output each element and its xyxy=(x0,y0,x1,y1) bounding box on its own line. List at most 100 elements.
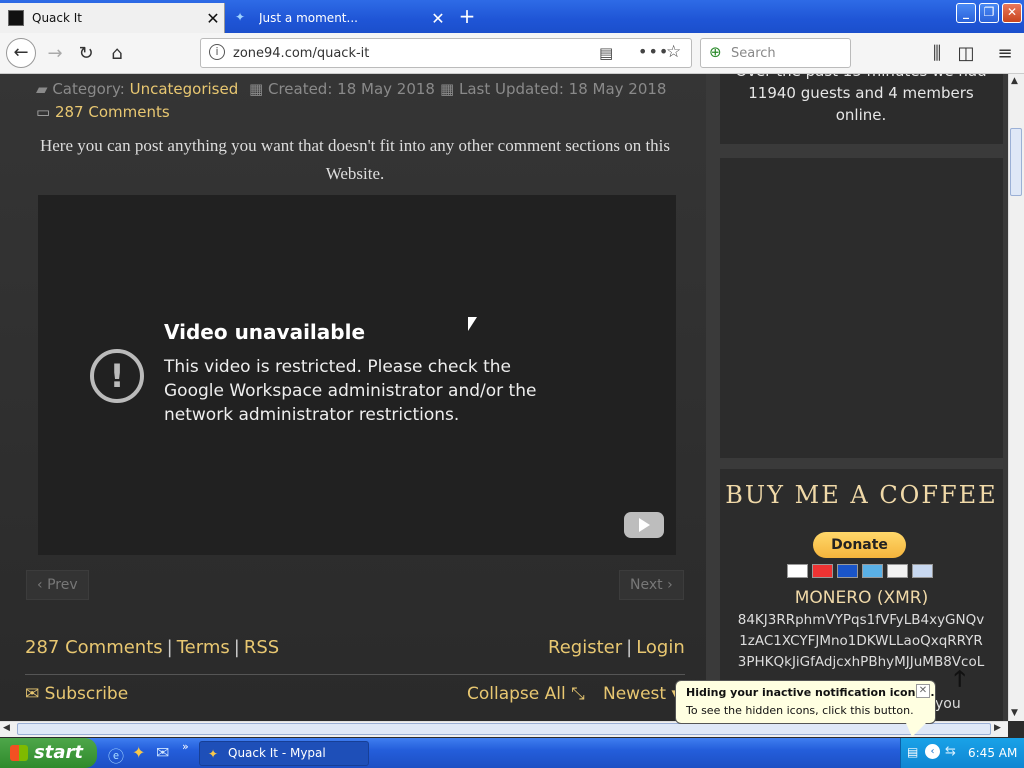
article-intro: Here you can post anything you want that… xyxy=(39,136,671,183)
rss-link[interactable]: RSS xyxy=(244,637,279,658)
video-embed[interactable]: ! Video unavailable This video is restri… xyxy=(38,195,676,555)
visa-card-icon xyxy=(787,564,808,578)
discover-card-icon xyxy=(887,564,908,578)
reader-view-icon[interactable]: ▤ xyxy=(599,44,613,62)
new-tab-button[interactable]: + xyxy=(456,4,478,28)
taskbar-app-label: Quack It - Mypal xyxy=(228,746,326,760)
youtube-play-icon[interactable] xyxy=(624,512,664,538)
comments-count[interactable]: 287 Comments xyxy=(55,103,170,121)
horizontal-scroll-thumb[interactable] xyxy=(17,723,991,735)
article-category: ▰ Category: Uncategorised xyxy=(36,80,238,98)
online-stats: 11940 guests and 4 members online. xyxy=(748,84,974,124)
mypal-app-icon: ✦ xyxy=(208,747,219,761)
bookmark-star-icon[interactable]: ☆ xyxy=(666,42,681,62)
monero-title: MONERO (XMR) xyxy=(794,588,929,608)
show-hidden-icons-button[interactable]: ‹ xyxy=(925,744,940,759)
sidebar-toggle-icon[interactable]: ◫ xyxy=(953,41,979,67)
outlook-quicklaunch-icon[interactable]: ✉ xyxy=(156,743,169,762)
minimize-button[interactable]: _ xyxy=(956,3,976,23)
coffee-title: BUY ME A COFFEE xyxy=(725,481,998,509)
calendar-icon: ▦ xyxy=(440,80,455,98)
start-button[interactable]: start xyxy=(0,738,97,768)
collapse-all-link[interactable]: Collapse All ⤡ xyxy=(467,684,585,704)
mastercard-icon xyxy=(812,564,833,578)
taskbar-clock[interactable]: 6:45 AM xyxy=(968,746,1017,760)
network-tray-icon[interactable]: ⇆ xyxy=(945,744,956,759)
next-label: Next xyxy=(630,577,663,593)
page-actions-icon[interactable]: ••• xyxy=(638,42,669,61)
library-icon[interactable]: ⫼ xyxy=(924,41,950,67)
close-window-button[interactable]: ✕ xyxy=(1002,3,1022,23)
loading-favicon-icon: ✦ xyxy=(235,10,246,24)
search-bar[interactable]: ⊕ Search xyxy=(700,38,851,68)
reload-button[interactable]: ↻ xyxy=(73,41,99,67)
online-partial-text: Over the past 15 minutes we had xyxy=(730,74,992,82)
notification-balloon[interactable]: Hiding your inactive notification icons.… xyxy=(675,680,936,724)
login-link[interactable]: Login xyxy=(636,637,685,658)
quicklaunch-more-icon[interactable]: » xyxy=(182,740,189,753)
close-tab-icon[interactable]: ✕ xyxy=(202,9,224,28)
next-button[interactable]: Next › xyxy=(619,570,684,600)
paypal-donate-button[interactable]: Donate xyxy=(813,532,906,558)
taskbar-app-mypal[interactable]: ✦ Quack It - Mypal xyxy=(199,741,369,766)
terms-link[interactable]: Terms xyxy=(177,637,230,658)
balloon-pointer xyxy=(906,723,926,737)
restore-button[interactable]: ❐ xyxy=(979,3,999,23)
balloon-close-icon[interactable]: ✕ xyxy=(916,684,930,698)
auth-links: Register | Login xyxy=(548,637,685,658)
monero-address: 84KJ3RRphmVYPqs1fVFyLB4xyGNQv1zAC1XCYFJM… xyxy=(737,612,985,670)
url-bar[interactable]: i zone94.com/quack-it ▤ ••• ☆ xyxy=(200,38,692,68)
footer-divider xyxy=(25,674,685,675)
tab-title: Just a moment... xyxy=(259,11,358,25)
balloon-title: Hiding your inactive notification icons.… xyxy=(686,686,935,699)
mouse-cursor-icon xyxy=(468,317,477,331)
mypal-quicklaunch-icon[interactable]: ✦ xyxy=(132,743,145,762)
article-created: ▦ Created: 18 May 2018 xyxy=(249,80,435,98)
page-viewport: ▰ Category: Uncategorised ▦ Created: 18 … xyxy=(0,74,1008,721)
windows-logo-icon xyxy=(10,745,28,761)
close-tab-icon[interactable]: ✕ xyxy=(427,9,449,28)
tab-just-a-moment[interactable]: ✦ Just a moment... ✕ xyxy=(227,3,449,33)
category-label: Category: xyxy=(52,80,125,98)
warning-icon: ! xyxy=(90,349,144,403)
search-placeholder: Search xyxy=(731,46,776,61)
scroll-left-icon[interactable]: ◀ xyxy=(3,723,10,733)
collapse-label: Collapse All xyxy=(467,684,566,704)
info-icon[interactable]: i xyxy=(209,44,225,60)
home-button[interactable]: ⌂ xyxy=(104,41,130,67)
comments-count-link[interactable]: ▭ 287 Comments xyxy=(36,103,170,121)
sort-newest-link[interactable]: Newest ▾ xyxy=(603,684,680,704)
scroll-up-icon[interactable]: ▲ xyxy=(1011,76,1018,86)
comments-footer-links: 287 Comments | Terms | RSS xyxy=(25,637,280,658)
category-link[interactable]: Uncategorised xyxy=(130,80,239,98)
envelope-icon: ✉ xyxy=(25,684,40,704)
subscribe-label: Subscribe xyxy=(44,684,129,704)
tab-quack-it[interactable]: Quack It ✕ xyxy=(0,3,225,33)
subscribe-link[interactable]: ✉ Subscribe xyxy=(25,684,128,704)
comment-icon: ▭ xyxy=(36,103,51,121)
tab-title: Quack It xyxy=(32,11,83,25)
video-title: Video unavailable xyxy=(164,320,366,344)
ad-panel xyxy=(720,158,1003,458)
bank-card-icon xyxy=(912,564,933,578)
prev-button[interactable]: ‹ Prev xyxy=(26,570,89,600)
keyboard-tray-icon[interactable]: ▤ xyxy=(907,745,918,759)
back-button[interactable]: ← xyxy=(6,38,36,68)
prev-label: Prev xyxy=(47,577,78,593)
folder-icon: ▰ xyxy=(36,80,48,98)
ie-quicklaunch-icon[interactable]: ⓔ xyxy=(108,743,124,767)
calendar-icon: ▦ xyxy=(249,80,264,98)
start-label: start xyxy=(34,742,83,763)
scroll-right-icon[interactable]: ▶ xyxy=(994,723,1001,733)
scroll-to-top-icon[interactable]: 🡑 xyxy=(954,662,965,700)
vertical-scroll-thumb[interactable] xyxy=(1010,128,1022,196)
footer-comments-link[interactable]: 287 Comments xyxy=(25,637,163,658)
url-text[interactable]: zone94.com/quack-it xyxy=(233,46,369,61)
created-date: Created: 18 May 2018 xyxy=(267,80,435,98)
menu-icon[interactable]: ≡ xyxy=(992,41,1018,67)
updated-date: Last Updated: 18 May 2018 xyxy=(458,80,667,98)
forward-button[interactable]: → xyxy=(42,41,68,67)
scroll-down-icon[interactable]: ▼ xyxy=(1011,708,1018,718)
collapse-arrows-icon: ⤡ xyxy=(571,684,585,704)
register-link[interactable]: Register xyxy=(548,637,622,658)
